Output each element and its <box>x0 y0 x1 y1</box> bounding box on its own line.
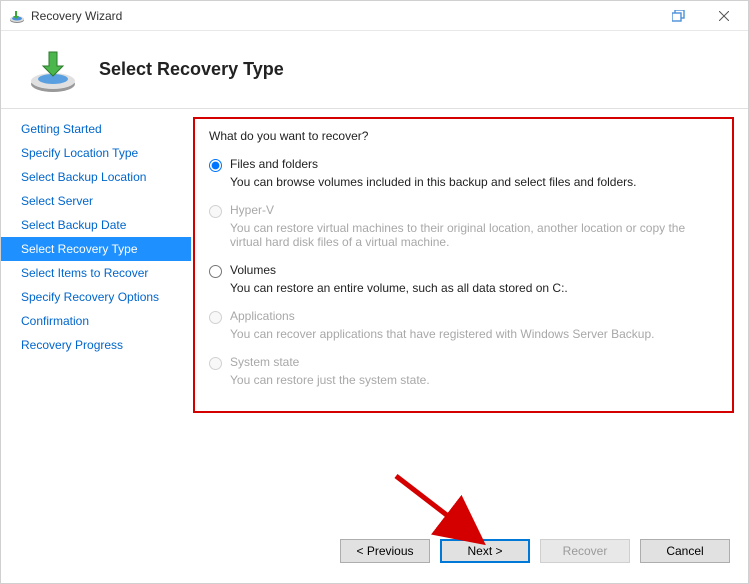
radio-system-state <box>209 357 222 370</box>
wizard-header: Select Recovery Type <box>1 31 748 109</box>
option-label: Hyper-V <box>230 203 718 217</box>
step-specify-recovery-options[interactable]: Specify Recovery Options <box>1 285 191 309</box>
titlebar: Recovery Wizard <box>1 1 748 31</box>
next-button[interactable]: Next > <box>440 539 530 563</box>
page-title: Select Recovery Type <box>99 59 284 80</box>
option-system-state: System state You can restore just the sy… <box>209 355 718 387</box>
step-select-server[interactable]: Select Server <box>1 189 191 213</box>
window-title: Recovery Wizard <box>31 9 122 23</box>
option-description: You can restore just the system state. <box>230 373 718 387</box>
recovery-icon <box>29 46 77 94</box>
step-select-items[interactable]: Select Items to Recover <box>1 261 191 285</box>
radio-hyperv <box>209 205 222 218</box>
step-recovery-progress[interactable]: Recovery Progress <box>1 333 191 357</box>
option-description: You can browse volumes included in this … <box>230 175 718 189</box>
step-select-backup-location[interactable]: Select Backup Location <box>1 165 191 189</box>
option-description: You can recover applications that have r… <box>230 327 718 341</box>
radio-files-folders[interactable] <box>209 159 222 172</box>
app-icon <box>9 8 25 24</box>
recover-button: Recover <box>540 539 630 563</box>
wizard-body: Getting Started Specify Location Type Se… <box>1 109 748 525</box>
content-panel: What do you want to recover? Files and f… <box>193 117 734 413</box>
step-getting-started[interactable]: Getting Started <box>1 117 191 141</box>
option-label: System state <box>230 355 718 369</box>
option-volumes[interactable]: Volumes You can restore an entire volume… <box>209 263 718 295</box>
step-sidebar: Getting Started Specify Location Type Se… <box>1 109 191 525</box>
step-confirmation[interactable]: Confirmation <box>1 309 191 333</box>
step-select-backup-date[interactable]: Select Backup Date <box>1 213 191 237</box>
radio-applications <box>209 311 222 324</box>
option-description: You can restore virtual machines to thei… <box>230 221 718 249</box>
wizard-footer: < Previous Next > Recover Cancel <box>1 525 748 577</box>
step-select-recovery-type[interactable]: Select Recovery Type <box>1 237 191 261</box>
previous-button[interactable]: < Previous <box>340 539 430 563</box>
cancel-button[interactable]: Cancel <box>640 539 730 563</box>
option-hyperv: Hyper-V You can restore virtual machines… <box>209 203 718 249</box>
step-specify-location-type[interactable]: Specify Location Type <box>1 141 191 165</box>
close-icon[interactable] <box>701 2 746 30</box>
option-label: Applications <box>230 309 718 323</box>
option-label: Files and folders <box>230 157 718 171</box>
option-files-folders[interactable]: Files and folders You can browse volumes… <box>209 157 718 189</box>
option-applications: Applications You can recover application… <box>209 309 718 341</box>
restore-icon[interactable] <box>656 2 701 30</box>
option-description: You can restore an entire volume, such a… <box>230 281 718 295</box>
prompt-text: What do you want to recover? <box>209 129 718 143</box>
radio-volumes[interactable] <box>209 265 222 278</box>
option-label: Volumes <box>230 263 718 277</box>
